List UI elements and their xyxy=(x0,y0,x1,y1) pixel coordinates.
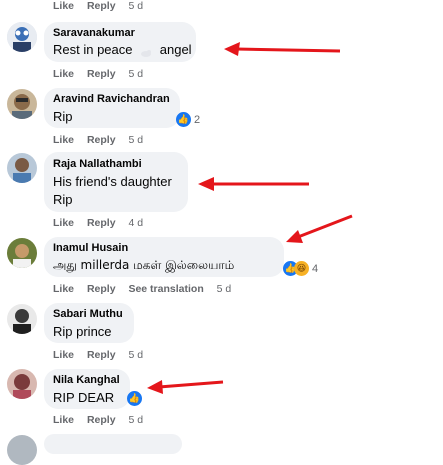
like-link[interactable]: Like xyxy=(53,414,74,426)
comment-text-part: Rest in peace xyxy=(53,42,133,57)
avatar[interactable] xyxy=(7,304,37,334)
avatar[interactable] xyxy=(7,238,37,268)
comment-text: RIP DEAR xyxy=(53,390,115,405)
like-link[interactable]: Like xyxy=(53,134,74,146)
avatar-image xyxy=(7,22,37,52)
haha-reaction-icon: 😆 xyxy=(294,261,309,276)
comment-author[interactable]: Nila Kanghal xyxy=(53,374,120,386)
comment-time[interactable]: 5 d xyxy=(128,68,143,80)
reply-link[interactable]: Reply xyxy=(87,68,116,80)
comment-actions: Like Reply 4 d xyxy=(53,217,153,229)
comment-text: His friend's daughter xyxy=(53,174,172,189)
reaction-summary[interactable]: 👍 2 xyxy=(176,112,200,127)
comment-actions: Like Reply 5 d xyxy=(53,414,153,426)
avatar-image xyxy=(7,238,37,268)
reaction-summary[interactable]: 👍 xyxy=(127,391,142,406)
like-link[interactable]: Like xyxy=(53,68,74,80)
reaction-count: 2 xyxy=(194,113,201,126)
like-link[interactable]: Like xyxy=(53,283,74,295)
comment-actions: Like Reply 5 d xyxy=(53,0,153,12)
avatar[interactable] xyxy=(7,89,37,119)
comment-actions: Like Reply 5 d xyxy=(53,134,153,146)
red-arrow-annotation xyxy=(147,380,224,394)
reply-link[interactable]: Reply xyxy=(87,414,116,426)
comment-time[interactable]: 5 d xyxy=(128,0,143,12)
comment-time[interactable]: 5 d xyxy=(128,414,143,426)
comment-text: Rest in peace angel xyxy=(53,42,192,57)
dove-emoji-icon xyxy=(140,46,152,57)
comment-text: அது millerda மகள் இல்லையாம் xyxy=(53,258,235,272)
comment-text-part: angel xyxy=(159,42,192,57)
avatar-image xyxy=(7,89,37,119)
reaction-summary[interactable]: 👍 😆 4 xyxy=(283,261,318,276)
avatar-image xyxy=(7,435,37,465)
red-arrow-annotation xyxy=(286,214,353,243)
comment-bubble xyxy=(44,434,182,454)
comment-text: Rip xyxy=(53,109,73,124)
comment-actions: Like Reply 5 d xyxy=(53,349,153,361)
avatar[interactable] xyxy=(7,153,37,183)
comment-time[interactable]: 5 d xyxy=(128,349,143,361)
reply-link[interactable]: Reply xyxy=(87,217,116,229)
reply-link[interactable]: Reply xyxy=(87,134,116,146)
like-link[interactable]: Like xyxy=(53,217,74,229)
like-reaction-icon: 👍 xyxy=(127,391,142,406)
comment-author[interactable]: Saravanakumar xyxy=(53,27,135,39)
avatar[interactable] xyxy=(7,22,37,52)
comment-actions: Like Reply See translation 5 d xyxy=(53,283,241,295)
comment-text: Rip xyxy=(53,192,73,207)
comment-actions: Like Reply 5 d xyxy=(53,68,153,80)
avatar-image xyxy=(7,304,37,334)
comment-author[interactable]: Raja Nallathambi xyxy=(53,158,142,170)
reply-link[interactable]: Reply xyxy=(87,349,116,361)
like-reaction-icon: 👍 xyxy=(176,112,191,127)
reaction-count: 4 xyxy=(312,262,319,275)
comment-author[interactable]: Aravind Ravichandran xyxy=(53,93,170,105)
comment-text: Rip prince xyxy=(53,324,112,339)
red-arrow-annotation xyxy=(224,42,341,56)
red-arrow-annotation xyxy=(198,177,309,191)
avatar[interactable] xyxy=(7,435,37,465)
see-translation-link[interactable]: See translation xyxy=(128,283,203,295)
avatar[interactable] xyxy=(7,369,37,399)
comment-author[interactable]: Inamul Husain xyxy=(53,242,128,254)
comment-time[interactable]: 5 d xyxy=(217,283,232,295)
avatar-image xyxy=(7,369,37,399)
comment-time[interactable]: 4 d xyxy=(128,217,143,229)
reply-link[interactable]: Reply xyxy=(87,0,116,12)
comment-time[interactable]: 5 d xyxy=(128,134,143,146)
like-link[interactable]: Like xyxy=(53,349,74,361)
avatar-image xyxy=(7,153,37,183)
reply-link[interactable]: Reply xyxy=(87,283,116,295)
comment-author[interactable]: Sabari Muthu xyxy=(53,308,123,320)
like-link[interactable]: Like xyxy=(53,0,74,12)
